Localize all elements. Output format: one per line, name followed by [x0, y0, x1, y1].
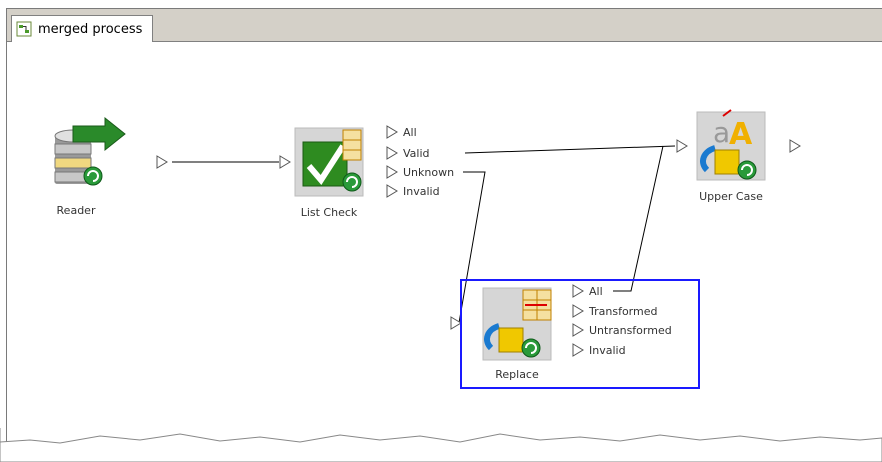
- node-reader[interactable]: Reader: [54, 116, 126, 217]
- replace-port-label: Invalid: [589, 344, 626, 357]
- list-check-port-label: Valid: [403, 147, 430, 160]
- replace-port-arrow[interactable]: [572, 304, 584, 318]
- uppercase-output-arrow[interactable]: [789, 139, 801, 153]
- process-icon: [16, 21, 32, 37]
- list-check-port-arrow[interactable]: [386, 146, 398, 160]
- database-icon: [54, 116, 126, 186]
- replace-label: Replace: [495, 368, 539, 381]
- connector-replace-all-to-uppercase: [613, 145, 664, 292]
- connector-valid-to-uppercase: [464, 145, 676, 154]
- connector-unknown-to-replace: [451, 171, 486, 324]
- node-replace[interactable]: Replace All Transformed Untransformed In…: [460, 279, 700, 389]
- list-check-port-arrow[interactable]: [386, 165, 398, 179]
- svg-text:A: A: [729, 117, 753, 152]
- upper-case-label: Upper Case: [699, 190, 763, 203]
- list-check-label: List Check: [301, 206, 358, 219]
- process-window: merged process Reader List Check All Val…: [6, 8, 882, 458]
- replace-port-label: Untransformed: [589, 324, 672, 337]
- list-check-port-arrow[interactable]: [386, 125, 398, 139]
- torn-edge: [0, 428, 882, 462]
- tab-label: merged process: [38, 21, 143, 37]
- process-canvas[interactable]: Reader List Check All Valid Unknown Inva…: [7, 42, 882, 457]
- tab-merged-process[interactable]: merged process: [11, 15, 154, 42]
- replace-port-arrow[interactable]: [572, 323, 584, 337]
- node-list-check[interactable]: List Check All Valid Unknown Invalid: [294, 125, 454, 219]
- tab-strip: merged process: [7, 9, 882, 42]
- listcheck-input-arrow[interactable]: [279, 155, 291, 169]
- replace-port-label: Transformed: [588, 305, 657, 318]
- svg-text:a: a: [713, 116, 730, 149]
- list-check-port-label: All: [403, 126, 417, 139]
- list-check-port-label: Unknown: [403, 166, 454, 179]
- list-check-port-label: Invalid: [403, 185, 440, 198]
- list-check-port-arrow[interactable]: [386, 184, 398, 198]
- replace-port-label: All: [589, 285, 603, 298]
- replace-port-arrow[interactable]: [572, 284, 584, 298]
- reader-output-arrow[interactable]: [156, 155, 168, 169]
- uppercase-input-arrow[interactable]: [676, 139, 688, 153]
- reader-label: Reader: [57, 204, 96, 217]
- replace-port-arrow[interactable]: [572, 343, 584, 357]
- node-upper-case[interactable]: a A Upper Case: [696, 109, 766, 203]
